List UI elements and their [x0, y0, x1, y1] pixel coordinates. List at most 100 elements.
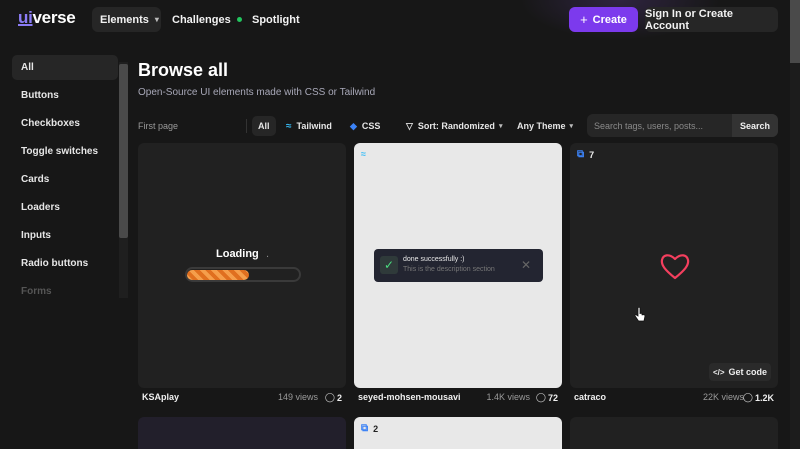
first-page-link[interactable]: First page [138, 121, 178, 131]
card-meta: catraco 22K views ◯ 1.2K [570, 391, 778, 405]
element-card[interactable]: ⧉ 2 [354, 417, 562, 449]
filter-tailwind[interactable]: ≈ Tailwind [280, 116, 338, 136]
filter-funnel-icon: ▽ [406, 120, 413, 131]
tailwind-icon: ≈ [361, 149, 366, 159]
nav-spotlight-label: Spotlight [252, 13, 300, 26]
card-author[interactable]: catraco [574, 392, 606, 402]
bookmark-icon: ◯ [535, 392, 546, 402]
get-code-label: Get code [728, 367, 768, 377]
variants-icon: ⧉ [577, 149, 585, 160]
bookmark-icon: ◯ [324, 392, 335, 402]
filter-divider [246, 119, 247, 133]
sidebar-item-label: Cards [21, 174, 50, 185]
filter-all-label: All [258, 121, 270, 131]
plus-icon: + [580, 12, 588, 27]
element-card-loader[interactable]: Loading . [138, 143, 346, 388]
element-card-toast[interactable]: ≈ ✓ done successfully :) This is the des… [354, 143, 562, 388]
progress-fill [187, 270, 249, 280]
bookmark-icon: ◯ [742, 392, 753, 402]
nav-challenges-label: Challenges [172, 13, 231, 26]
create-label: Create [592, 13, 627, 26]
sidebar-item-loaders[interactable]: Loaders [12, 195, 118, 220]
nav-spotlight[interactable]: Spotlight [244, 7, 308, 32]
logo-ui-part: ui [18, 8, 33, 27]
sidebar-item-checkboxes[interactable]: Checkboxes [12, 111, 118, 136]
top-header: uiverse Elements ▾ Challenges Spotlight … [0, 0, 800, 40]
loading-text: Loading [216, 248, 259, 260]
check-icon: ✓ [380, 256, 398, 274]
card-tag: ≈ [361, 149, 366, 159]
search-button-label: Search [739, 120, 771, 131]
nav-elements-dropdown[interactable]: Elements ▾ [92, 7, 161, 32]
variants-count: 7 [589, 149, 595, 160]
card-saves[interactable]: ◯ 1.2K [743, 392, 774, 403]
sidebar-item-label: Forms [21, 286, 52, 297]
card-meta: seyed-mohsen-mousavi 1.4K views ◯ 72 [354, 391, 562, 405]
sidebar-item-forms[interactable]: Forms [12, 279, 118, 299]
category-sidebar: All Buttons Checkboxes Toggle switches C… [12, 54, 129, 299]
hand-cursor-icon [634, 307, 646, 322]
sidebar-item-label: Inputs [21, 230, 51, 241]
card-author[interactable]: seyed-mohsen-mousavi [358, 392, 461, 402]
uiverse-logo[interactable]: uiverse [18, 8, 76, 28]
element-card[interactable] [570, 417, 778, 449]
filter-tailwind-label: Tailwind [296, 121, 332, 131]
filter-all[interactable]: All [252, 116, 276, 136]
nav-challenges[interactable]: Challenges [164, 7, 250, 32]
sidebar-item-label: Buttons [21, 90, 59, 101]
card-saves-count: 2 [336, 392, 342, 403]
sidebar-item-cards[interactable]: Cards [12, 167, 118, 192]
toast-description: This is the description section [403, 266, 495, 273]
sidebar-scrollbar-thumb[interactable] [119, 64, 128, 238]
sidebar-item-label: Radio buttons [21, 258, 89, 269]
heart-icon [660, 254, 690, 280]
variants-count: 2 [373, 423, 379, 434]
search-box: Search [587, 114, 778, 137]
sort-dropdown[interactable]: ▽ Sort: Randomized ▾ [400, 116, 508, 136]
variants-icon: ⧉ [361, 423, 369, 434]
sidebar-item-buttons[interactable]: Buttons [12, 83, 118, 108]
code-icon: </> [712, 367, 725, 377]
nav-elements-label: Elements [100, 13, 149, 26]
page-title: Browse all [138, 60, 229, 80]
sidebar-item-label: Loaders [21, 202, 60, 213]
search-button[interactable]: Search [732, 114, 778, 137]
page-subtitle: Open-Source UI elements made with CSS or… [138, 87, 376, 98]
signin-button[interactable]: Sign In or Create Account [645, 7, 778, 32]
sidebar-item-radio-buttons[interactable]: Radio buttons [12, 251, 118, 276]
sidebar-item-inputs[interactable]: Inputs [12, 223, 118, 248]
close-icon: ✕ [521, 258, 532, 272]
card-views: 22K views [702, 392, 744, 402]
card-author[interactable]: KSAplay [142, 392, 179, 402]
filter-css-label: CSS [361, 121, 381, 131]
card-saves[interactable]: ◯ 2 [325, 392, 342, 403]
sidebar-item-label: Checkboxes [21, 118, 80, 129]
card-meta: KSAplay 149 views ◯ 2 [138, 391, 346, 405]
card-saves[interactable]: ◯ 72 [536, 392, 558, 403]
chevron-down-icon: ▾ [498, 123, 503, 130]
get-code-button[interactable]: </> Get code [709, 363, 771, 381]
toast-title: done successfully :) [403, 256, 465, 263]
toast-preview: ✓ done successfully :) This is the descr… [374, 249, 543, 282]
page-scrollbar-thumb[interactable] [790, 0, 800, 63]
card-saves-count: 72 [547, 392, 558, 403]
element-card[interactable] [138, 417, 346, 449]
theme-label: Any Theme [517, 121, 566, 131]
sidebar-item-label: All [21, 62, 34, 73]
loading-dot: . [266, 248, 270, 260]
sidebar-item-toggle-switches[interactable]: Toggle switches [12, 139, 118, 164]
create-button[interactable]: + Create [569, 7, 638, 32]
filter-css[interactable]: ◆ CSS [344, 116, 386, 136]
card-tag: ⧉ 2 [361, 423, 378, 434]
card-tag: ⧉ 7 [577, 149, 594, 160]
theme-dropdown[interactable]: Any Theme ▾ [511, 116, 579, 136]
sort-label: Sort: Randomized [417, 121, 495, 131]
search-input[interactable] [587, 114, 732, 137]
page-scrollbar-track[interactable] [790, 0, 800, 449]
sidebar-item-all[interactable]: All [12, 55, 118, 80]
signin-label: Sign In or Create Account [645, 7, 734, 32]
card-views: 149 views [277, 392, 318, 402]
tailwind-icon: ≈ [286, 120, 292, 132]
element-card-heart[interactable]: ⧉ 7 </> Get code [570, 143, 778, 388]
css-icon: ◆ [350, 120, 357, 131]
